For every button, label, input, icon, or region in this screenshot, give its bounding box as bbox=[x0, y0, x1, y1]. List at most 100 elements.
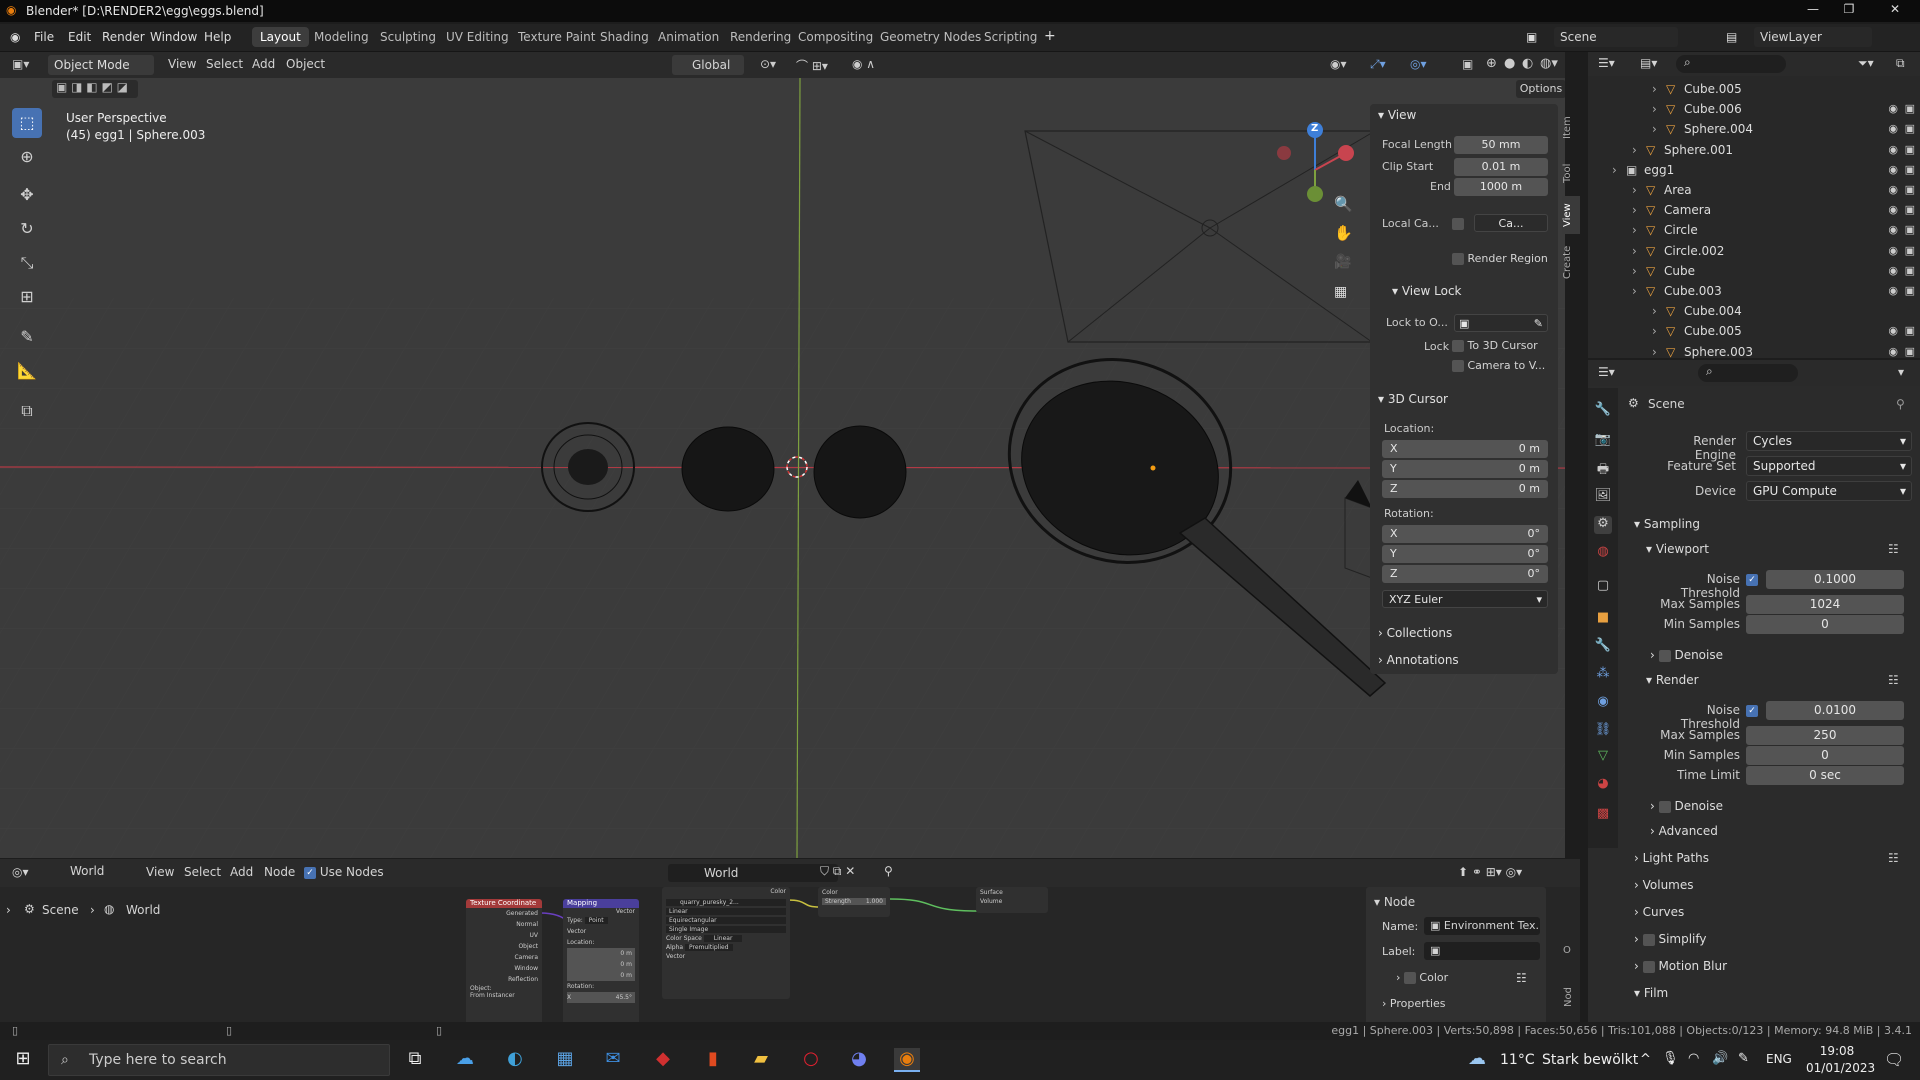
node-color-presets-icon[interactable]: ☷ bbox=[1516, 971, 1527, 985]
node-menu-select[interactable]: Select bbox=[184, 865, 221, 879]
vp-max-samples-field[interactable]: 1024 bbox=[1746, 595, 1904, 614]
node-editor-type-icon[interactable]: ◎▾ bbox=[12, 865, 29, 879]
snap-icon[interactable]: ⌒ ⊞▾ bbox=[796, 57, 828, 74]
render-toggle-icon[interactable]: ▣ bbox=[1905, 324, 1915, 337]
envtex-image-field[interactable]: quarry_puresky_2... bbox=[666, 899, 786, 906]
camera-view-icon[interactable]: 🎥 bbox=[1334, 254, 1351, 270]
microphone-icon[interactable]: 🎙 bbox=[1662, 1051, 1679, 1066]
outliner-row[interactable]: › ▽ Cube.003 ◉ ▣ bbox=[1588, 281, 1920, 301]
new-collection-icon[interactable]: ⧉ bbox=[1896, 56, 1905, 71]
lock-to-cursor-toggle[interactable]: To 3D Cursor bbox=[1452, 339, 1538, 352]
render-toggle-icon[interactable]: ▣ bbox=[1905, 244, 1915, 257]
visibility-eye-icon[interactable]: ◉ bbox=[1888, 264, 1898, 277]
expand-arrow-icon[interactable]: › bbox=[1652, 82, 1657, 96]
select-box-tool-icon[interactable]: ⬚ bbox=[12, 108, 42, 138]
tab-node[interactable]: Nod bbox=[1563, 987, 1574, 1007]
scene-selector-icon[interactable]: ▣ bbox=[1526, 30, 1537, 44]
3d-cursor-header[interactable]: ▾ 3D Cursor bbox=[1378, 392, 1448, 406]
background-node[interactable]: Color Strength 1.000 bbox=[818, 887, 890, 917]
viewport-presets-icon[interactable]: ☷ bbox=[1888, 542, 1899, 556]
node-menu-node[interactable]: Node bbox=[264, 865, 295, 879]
physics-tab-icon[interactable]: ◉ bbox=[1594, 694, 1612, 712]
feature-set-dropdown[interactable]: Supported ▾ bbox=[1746, 456, 1912, 476]
r-denoise-subsection[interactable]: › Denoise bbox=[1650, 799, 1723, 813]
file-explorer-icon[interactable]: ▰ bbox=[748, 1048, 774, 1072]
zoom-icon[interactable]: 🔍 bbox=[1334, 195, 1353, 213]
tab-tool[interactable]: Tool bbox=[1562, 156, 1580, 190]
outliner-editor-icon[interactable]: ☰▾ bbox=[1598, 56, 1615, 70]
outliner-row[interactable]: › ▽ Cube.005 ◉ ▣ bbox=[1588, 321, 1920, 341]
vp-min-samples-field[interactable]: 0 bbox=[1746, 615, 1904, 634]
visibility-eye-icon[interactable]: ◉ bbox=[1888, 324, 1898, 337]
selection-mode-buttons[interactable]: ▣ ◨ ◧ ◩ ◪ bbox=[52, 80, 138, 98]
vp-menu-add[interactable]: Add bbox=[252, 57, 275, 71]
node-overlay-icons[interactable]: ⬆ ⚭ ⊞▾ ◎▾ bbox=[1458, 865, 1522, 879]
move-tool-icon[interactable]: ✥ bbox=[12, 180, 42, 210]
shading-solid-icon[interactable]: ● bbox=[1504, 56, 1515, 71]
menu-file[interactable]: File bbox=[34, 30, 54, 44]
tab-sculpting[interactable]: Sculpting bbox=[372, 27, 444, 47]
r-max-samples-field[interactable]: 250 bbox=[1746, 726, 1904, 745]
tab-options[interactable]: O bbox=[1563, 945, 1571, 956]
focal-length-field[interactable]: 50 mm bbox=[1454, 136, 1548, 154]
render-presets-icon[interactable]: ☷ bbox=[1888, 673, 1899, 687]
tray-chevron-icon[interactable]: ^ bbox=[1640, 1052, 1651, 1067]
simplify-section[interactable]: › Simplify bbox=[1634, 932, 1707, 946]
blender-menu-icon[interactable]: ◉ bbox=[10, 30, 20, 44]
expand-arrow-icon[interactable]: › bbox=[1632, 264, 1637, 278]
cursor-location-x[interactable]: X0 m bbox=[1382, 440, 1548, 458]
world-datablock-actions[interactable]: ⛉ ⧉ ✕ bbox=[820, 864, 855, 879]
envtex-source[interactable]: Single Image bbox=[666, 926, 786, 933]
menu-window[interactable]: Window bbox=[150, 30, 197, 44]
close-button[interactable]: ✕ bbox=[1880, 2, 1910, 20]
film-section[interactable]: ▾ Film bbox=[1634, 986, 1668, 1000]
view-layer-selector[interactable]: ViewLayer bbox=[1754, 27, 1872, 47]
shader-type-selector[interactable]: World bbox=[48, 864, 132, 882]
transform-orientation-selector[interactable]: Global bbox=[672, 55, 744, 75]
collection-tab-icon[interactable]: ▢ bbox=[1594, 578, 1612, 596]
light-paths-presets-icon[interactable]: ☷ bbox=[1888, 851, 1899, 865]
visibility-eye-icon[interactable]: ◉ bbox=[1888, 203, 1898, 216]
navigation-gizmo[interactable]: Z bbox=[1270, 120, 1360, 230]
material-tab-icon[interactable]: ◕ bbox=[1594, 776, 1612, 794]
outliner-row[interactable]: › ▽ Circle ◉ ▣ bbox=[1588, 220, 1920, 240]
expand-arrow-icon[interactable]: › bbox=[1632, 223, 1637, 237]
clip-end-field[interactable]: 1000 m bbox=[1454, 178, 1548, 196]
pen-icon[interactable]: ✎ bbox=[1738, 1051, 1749, 1066]
view-section-header[interactable]: ▾ View bbox=[1378, 108, 1416, 122]
texture-coordinate-node[interactable]: Texture Coordinate Generated Normal UV O… bbox=[466, 899, 542, 1027]
node-name-field[interactable]: ▣ Environment Tex... bbox=[1424, 917, 1540, 935]
expand-arrow-icon[interactable]: › bbox=[1632, 284, 1637, 298]
add-workspace-icon[interactable]: + bbox=[1044, 28, 1056, 44]
expand-arrow-icon[interactable]: › bbox=[1632, 203, 1637, 217]
r-min-samples-field[interactable]: 0 bbox=[1746, 746, 1904, 765]
node-label-field[interactable]: ▣ bbox=[1424, 942, 1540, 960]
outliner-row[interactable]: › ▽ Sphere.003 ◉ ▣ bbox=[1588, 342, 1920, 362]
visibility-eye-icon[interactable]: ◉ bbox=[1888, 223, 1898, 236]
particles-tab-icon[interactable]: ⁂ bbox=[1594, 666, 1612, 684]
mail-icon[interactable]: ✉ bbox=[600, 1048, 626, 1072]
menu-edit[interactable]: Edit bbox=[68, 30, 91, 44]
render-region-toggle[interactable]: Render Region bbox=[1452, 252, 1548, 265]
use-nodes-toggle[interactable]: ✓ Use Nodes bbox=[304, 865, 384, 879]
weather-text[interactable]: Stark bewölkt bbox=[1542, 1052, 1638, 1068]
cursor-rotation-y[interactable]: Y 0° bbox=[1382, 545, 1548, 563]
r-noise-threshold-checkbox[interactable]: ✓ bbox=[1746, 703, 1758, 717]
device-dropdown[interactable]: GPU Compute ▾ bbox=[1746, 481, 1912, 501]
outliner-row[interactable]: › ▽ Circle.002 ◉ ▣ bbox=[1588, 241, 1920, 261]
curves-section[interactable]: › Curves bbox=[1634, 905, 1684, 919]
render-toggle-icon[interactable]: ▣ bbox=[1905, 284, 1915, 297]
tab-create[interactable]: Create bbox=[1562, 238, 1580, 286]
outliner-row[interactable]: › ▽ Cube ◉ ▣ bbox=[1588, 261, 1920, 281]
task-view-icon[interactable]: ⧉ bbox=[402, 1048, 428, 1072]
render-toggle-icon[interactable]: ▣ bbox=[1905, 183, 1915, 196]
environment-texture-node[interactable]: Color quarry_puresky_2... Linear Equirec… bbox=[662, 887, 790, 999]
pin-node-tree-icon[interactable]: ⚲ bbox=[884, 864, 893, 878]
output-tab-icon[interactable]: 🖶 bbox=[1594, 460, 1612, 478]
pan-hand-icon[interactable]: ✋ bbox=[1334, 224, 1353, 242]
vp-menu-select[interactable]: Select bbox=[206, 57, 243, 71]
render-toggle-icon[interactable]: ▣ bbox=[1905, 345, 1915, 358]
overlay-toggle-icon[interactable]: ◎▾ bbox=[1410, 57, 1427, 71]
windows-start-icon[interactable]: ⊞ bbox=[10, 1048, 36, 1072]
eyedropper-icon[interactable]: ✎ bbox=[1534, 315, 1547, 333]
